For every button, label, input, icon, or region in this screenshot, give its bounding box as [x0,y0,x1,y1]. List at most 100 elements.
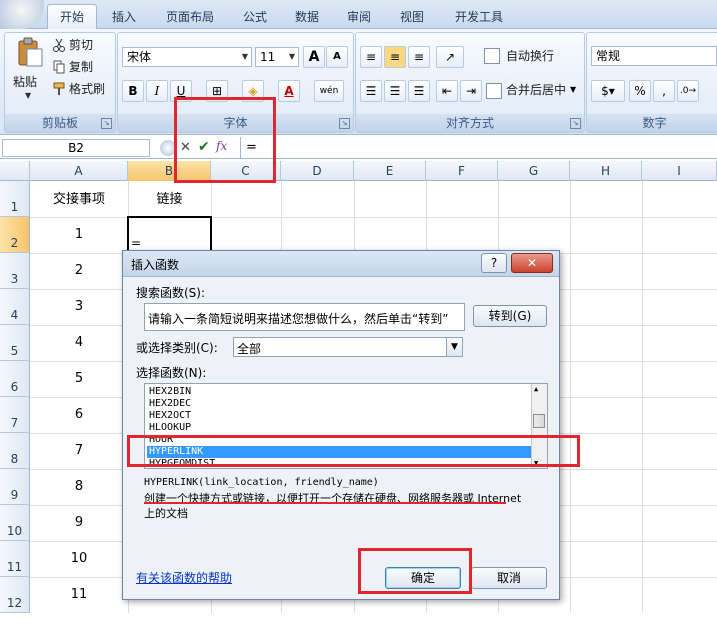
cell-a1[interactable]: 交接事项 [30,188,128,207]
row-header-4[interactable]: 4 [0,289,30,325]
tab-formulas[interactable]: 公式 [233,7,277,29]
row-header-11[interactable]: 11 [0,541,30,577]
list-item[interactable]: HLOOKUP [149,422,191,434]
font-launcher-icon[interactable]: ↘ [339,118,350,129]
row-header-3[interactable]: 3 [0,253,30,289]
row-header-12[interactable]: 12 [0,577,30,613]
align-bottom-button[interactable]: ≡ [408,46,430,68]
select-all-button[interactable] [0,161,30,181]
align-middle-button[interactable]: ≡ [384,46,406,68]
wrap-text-button[interactable]: 自动换行 [506,45,554,67]
cell-a4[interactable]: 3 [30,299,128,314]
column-header-d[interactable]: D [281,161,354,181]
scrollbar-thumb[interactable] [533,414,545,428]
align-top-button[interactable]: ≡ [360,46,382,68]
cell-a7[interactable]: 6 [30,407,128,422]
cell-a11[interactable]: 10 [30,551,128,566]
category-select[interactable]: 全部 ▼ [233,337,463,357]
font-color-button[interactable]: A [278,80,300,102]
number-format-select[interactable]: 常规 [591,46,717,66]
help-button[interactable]: ? [481,253,507,273]
percent-button[interactable]: % [629,80,651,102]
bold-button[interactable]: B [122,80,144,102]
column-header-f[interactable]: F [426,161,498,181]
increase-indent-button[interactable]: ⇥ [460,80,482,102]
paste-dropdown-icon[interactable]: ▼ [25,91,31,100]
chevron-down-icon[interactable]: ▼ [570,85,576,94]
align-left-button[interactable]: ☰ [360,80,382,102]
alignment-launcher-icon[interactable]: ↘ [570,118,581,129]
orientation-button[interactable]: ↗ [436,46,464,68]
active-cell-b2[interactable]: = [127,216,212,254]
tab-home[interactable]: 开始 [47,4,97,31]
office-button[interactable] [0,0,44,29]
tab-view[interactable]: 视图 [390,7,434,29]
tab-review[interactable]: 审阅 [337,7,381,29]
row-header-1[interactable]: 1 [0,181,30,217]
column-header-e[interactable]: E [354,161,426,181]
cut-button[interactable]: 剪切 [69,34,93,56]
cell-a10[interactable]: 9 [30,515,128,530]
column-header-i[interactable]: I [642,161,717,181]
currency-button[interactable]: $▾ [591,80,625,102]
cell-a6[interactable]: 5 [30,371,128,386]
tab-developer[interactable]: 开发工具 [444,7,514,29]
increase-decimal-button[interactable]: .0→ [677,80,699,102]
highlight-box [174,97,276,183]
font-name-select[interactable]: 宋体 ▼ [122,47,252,67]
cell-a5[interactable]: 4 [30,335,128,350]
column-header-h[interactable]: H [570,161,642,181]
phonetic-button[interactable]: wén [314,80,344,102]
list-item[interactable]: HEX2OCT [149,410,191,422]
clipboard-launcher-icon[interactable]: ↘ [101,118,112,129]
row-header-8[interactable]: 8 [0,433,30,469]
cell-b1[interactable]: 链接 [128,188,211,207]
grow-font-button[interactable]: A [303,46,325,68]
format-painter-button[interactable]: 格式刷 [69,78,105,100]
help-link[interactable]: 有关该函数的帮助 [136,569,232,586]
select-function-label: 选择函数(N): [136,366,207,380]
name-box[interactable]: B2 [2,139,150,157]
row-header-9[interactable]: 9 [0,469,30,505]
alignment-group-label: 对齐方式 [356,114,584,132]
list-item[interactable]: HEX2DEC [149,398,191,410]
close-button[interactable]: ✕ [511,253,553,273]
align-right-button[interactable]: ☰ [408,80,430,102]
merge-center-button[interactable]: 合并后居中 [506,79,566,101]
cell-a3[interactable]: 2 [30,263,128,278]
search-function-text: 请输入一条简短说明来描述您想做什么，然后单击“转到” [148,312,449,326]
row-header-6[interactable]: 6 [0,361,30,397]
search-function-input[interactable]: 请输入一条简短说明来描述您想做什么，然后单击“转到” [144,303,465,331]
chevron-down-icon[interactable]: ▼ [446,338,462,356]
decrease-indent-icon: ⇤ [441,84,453,98]
font-size-select[interactable]: 11 ▼ [255,47,299,67]
row-header-10[interactable]: 10 [0,505,30,541]
cell-a12[interactable]: 11 [30,587,128,602]
column-header-a[interactable]: A [30,161,128,181]
align-center-button[interactable]: ☰ [384,80,406,102]
go-button[interactable]: 转到(G) [473,305,547,327]
row-header-5[interactable]: 5 [0,325,30,361]
cell-a9[interactable]: 8 [30,479,128,494]
list-item[interactable]: HEX2BIN [149,386,191,398]
italic-button[interactable]: I [146,80,168,102]
scroll-up-icon[interactable]: ▲ [534,385,538,393]
cell-a2[interactable]: 1 [30,227,128,242]
align-left-icon: ☰ [365,84,377,98]
comma-button[interactable]: , [653,80,675,102]
function-description: 创建一个快捷方式或链接，以便打开一个存储在硬盘、网络服务器或 Internet … [144,492,522,520]
column-header-g[interactable]: G [498,161,570,181]
paste-icon[interactable] [13,37,45,67]
align-middle-icon: ≡ [389,50,401,64]
row-header-2[interactable]: 2 [0,217,30,253]
tab-insert[interactable]: 插入 [102,7,146,29]
cancel-button[interactable]: 取消 [471,567,547,589]
decrease-indent-button[interactable]: ⇤ [436,80,458,102]
cell-a8[interactable]: 7 [30,443,128,458]
tab-page-layout[interactable]: 页面布局 [155,7,225,29]
shrink-font-button[interactable]: A [326,46,348,68]
copy-button[interactable]: 复制 [69,56,93,78]
paste-button[interactable]: 粘贴 [13,71,37,93]
row-header-7[interactable]: 7 [0,397,30,433]
tab-data[interactable]: 数据 [285,7,329,29]
